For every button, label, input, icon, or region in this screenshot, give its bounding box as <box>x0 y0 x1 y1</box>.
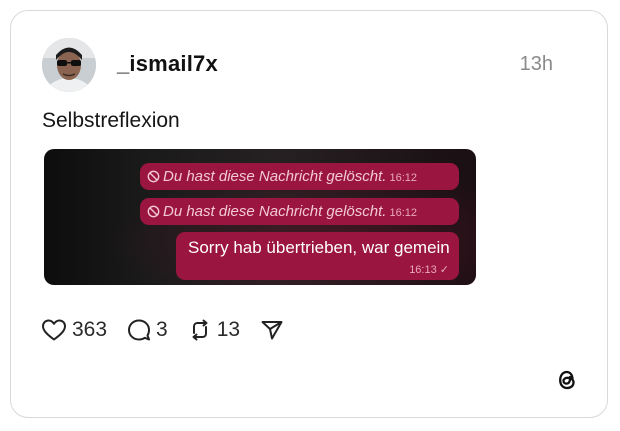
repost-button[interactable]: 13 <box>188 318 240 342</box>
heart-icon <box>41 318 67 342</box>
ban-icon <box>147 205 160 222</box>
post-actions: 363 3 13 <box>41 316 304 344</box>
threads-logo-icon[interactable] <box>553 366 581 394</box>
repost-count: 13 <box>216 318 241 341</box>
post-text: Selbstreflexion <box>42 109 180 132</box>
chat-message-time: 16:12 <box>389 172 417 184</box>
chat-message-time: 16:13 ✓ <box>409 264 449 276</box>
repost-icon <box>188 318 212 342</box>
post-timestamp: 13h <box>519 53 553 75</box>
avatar-image <box>42 38 96 92</box>
post-card: _ismail7x 13h Selbstreflexion Du hast di… <box>10 10 608 418</box>
chat-message-text: Du hast diese Nachricht gelöscht. <box>163 168 387 185</box>
post-image[interactable]: Du hast diese Nachricht gelöscht. 16:12 D… <box>44 149 476 285</box>
chat-bubble-deleted: Du hast diese Nachricht gelöscht. 16:12 <box>140 198 459 225</box>
avatar[interactable] <box>42 38 96 92</box>
like-count: 363 <box>72 318 108 341</box>
reply-count: 3 <box>156 318 168 341</box>
username[interactable]: _ismail7x <box>117 51 218 77</box>
like-button[interactable]: 363 <box>41 318 107 342</box>
chat-bubble-deleted: Du hast diese Nachricht gelöscht. 16:12 <box>140 163 459 190</box>
chat-bubble-message: Sorry hab übertrieben, war gemein 16:13 … <box>176 232 459 280</box>
reply-button[interactable]: 3 <box>127 318 168 342</box>
chat-message-text: Du hast diese Nachricht gelöscht. <box>163 203 387 220</box>
chat-message-time: 16:12 <box>389 207 417 219</box>
ban-icon <box>147 170 160 187</box>
comment-icon <box>127 318 151 342</box>
chat-message-text: Sorry hab übertrieben, war gemein <box>188 238 450 257</box>
share-button[interactable] <box>260 318 284 342</box>
share-icon <box>260 318 284 342</box>
